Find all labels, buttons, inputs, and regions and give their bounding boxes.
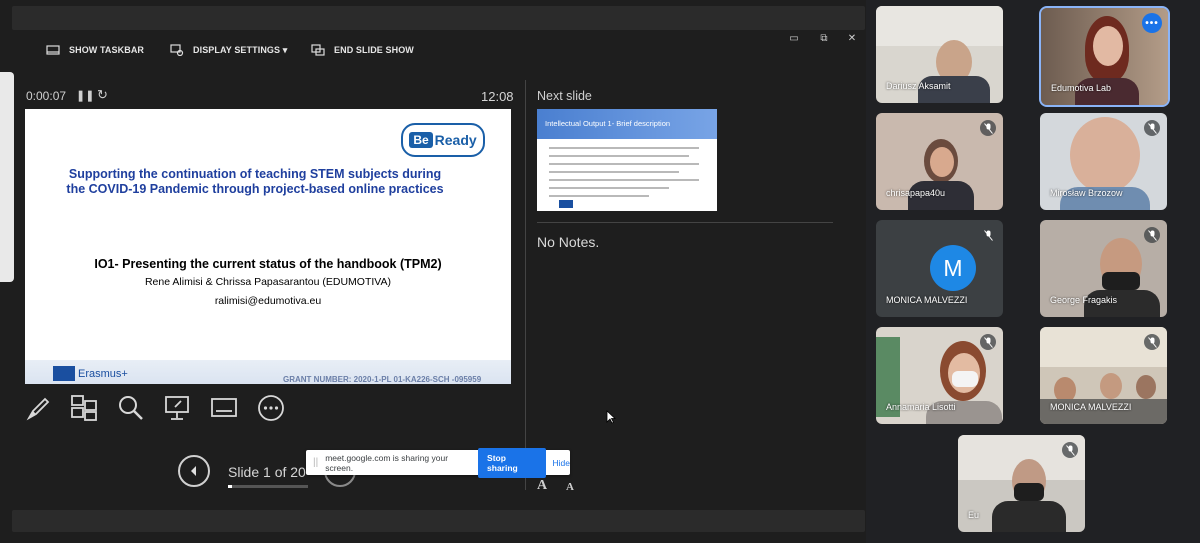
screen-sharing-notification: || meet.google.com is sharing your scree… [306,447,570,478]
participant-name: George Fragakis [1050,295,1118,305]
left-panel-handle[interactable] [0,72,14,282]
participant-name: Edumotiva Lab [1051,83,1112,93]
previous-slide-button[interactable] [178,455,210,487]
current-slide: Be Ready Supporting the continuation of … [25,109,511,384]
hide-button[interactable]: Hide [553,458,570,468]
participant-video [930,147,954,177]
participant-tile[interactable]: Eu [958,435,1085,532]
mic-muted-icon [980,227,996,243]
pane-divider[interactable] [525,80,526,490]
restore-icon: ⧉ [820,32,828,44]
participant-name: MONICA MALVEZZI [1050,402,1132,412]
shared-window-statusbar [12,510,865,532]
participant-tile[interactable]: Mirosław Brzozow [1040,113,1167,210]
close-button[interactable]: ✕ [845,32,859,44]
gutter [866,0,874,543]
participant-tile-active[interactable]: ••• Edumotiva Lab [1041,8,1168,105]
participant-video [1070,117,1140,193]
pointer-screen-icon[interactable] [162,393,192,423]
more-options-icon[interactable] [256,393,286,423]
participant-name: MONICA MALVEZZI [886,295,968,305]
shared-window-titlebar [12,6,865,30]
end-slide-show-button[interactable]: END SLIDE SHOW [311,42,414,58]
more-options-icon[interactable]: ••• [1142,13,1162,33]
end-show-icon [311,44,325,56]
participant-name: chrisapapa40u [886,188,946,198]
display-settings-label: DISPLAY SETTINGS ▾ [193,44,288,55]
restart-timer-icon[interactable]: ↻ [97,87,108,103]
participant-video [1093,26,1123,66]
chevron-left-icon [191,466,196,476]
close-icon: ✕ [847,32,857,44]
slide-progress-fill [228,485,232,488]
drag-handle-icon[interactable]: || [313,457,318,468]
erasmus-label: Erasmus+ [78,368,128,380]
participant-name: Annamaria Lisotti [886,402,956,412]
next-slide-header: Intellectual Output 1- Brief description [537,109,717,139]
mic-muted-icon [980,120,996,136]
elapsed-timer: 0:00:07 [26,89,67,103]
participant-tile[interactable]: Annamaria Lisotti [876,327,1003,424]
next-slide-label: Next slide [537,89,592,103]
minimize-button[interactable]: ▭ [787,32,801,44]
minimize-icon: ▭ [789,32,799,44]
mic-muted-icon [980,334,996,350]
increase-font-button[interactable]: A [537,478,547,494]
mic-muted-icon [1144,227,1160,243]
slide-counter: Slide 1 of 20 [228,464,306,480]
mic-muted-icon [1144,334,1160,350]
face-mask [1102,272,1140,290]
participant-avatar: M [930,245,976,291]
pause-timer-icon[interactable]: ❚❚ [76,89,94,102]
restore-button[interactable]: ⧉ [817,32,831,44]
stop-sharing-button[interactable]: Stop sharing [478,447,546,478]
show-taskbar-button[interactable]: SHOW TASKBAR [46,42,144,58]
subtitles-icon[interactable] [209,393,239,423]
face-mask [952,371,978,387]
end-slide-show-label: END SLIDE SHOW [334,45,414,55]
participant-tile[interactable]: chrisapapa40u [876,113,1003,210]
participant-tile[interactable]: MONICA MALVEZZI [1040,327,1167,424]
grant-number: GRANT NUMBER: 2020-1-PL 01-KA226-SCH -09… [283,375,482,384]
mic-muted-icon [1144,120,1160,136]
slide-progress-bar [228,485,308,488]
participant-tile[interactable]: George Fragakis [1040,220,1167,317]
decrease-font-button[interactable]: A [566,481,574,493]
slide-heading: IO1- Presenting the current status of th… [94,257,442,271]
eu-flag-icon [559,200,573,208]
notes-separator [537,222,833,223]
slide-footer: Erasmus+ GRANT NUMBER: 2020-1-PL 01-KA22… [25,360,511,384]
mouse-cursor-icon [606,410,616,424]
be-ready-logo: Be Ready [401,123,485,157]
pen-tool-icon[interactable] [24,393,54,423]
sharing-message: meet.google.com is sharing your screen. [325,452,449,473]
zoom-icon[interactable] [116,393,146,423]
display-settings-button[interactable]: DISPLAY SETTINGS ▾ [170,42,287,58]
face-mask [1014,483,1044,501]
participant-name: Mirosław Brzozow [1050,188,1123,198]
slide-email: ralimisi@edumotiva.eu [214,295,322,307]
eu-flag-icon [53,366,75,381]
show-taskbar-label: SHOW TASKBAR [69,45,145,55]
speaker-notes: No Notes. [537,234,600,250]
participant-name: Dariusz Aksamit [886,81,951,91]
presenter-view: SHOW TASKBAR DISPLAY SETTINGS ▾ END SLID… [0,0,866,543]
display-settings-icon [170,44,184,56]
mic-muted-icon [1062,442,1078,458]
participant-tile[interactable]: M MONICA MALVEZZI [876,220,1003,317]
see-all-slides-icon[interactable] [69,393,99,423]
taskbar-icon [46,45,60,55]
slide-title: Supporting the continuation of teaching … [66,167,444,196]
next-slide-preview[interactable]: Intellectual Output 1- Brief description [537,109,717,211]
participant-tile[interactable]: Dariusz Aksamit [876,6,1003,103]
current-time: 12:08 [481,89,514,104]
participant-name: Eu [968,510,980,520]
slide-authors: Rene Alimisi & Chrissa Papasarantou (EDU… [144,276,392,288]
